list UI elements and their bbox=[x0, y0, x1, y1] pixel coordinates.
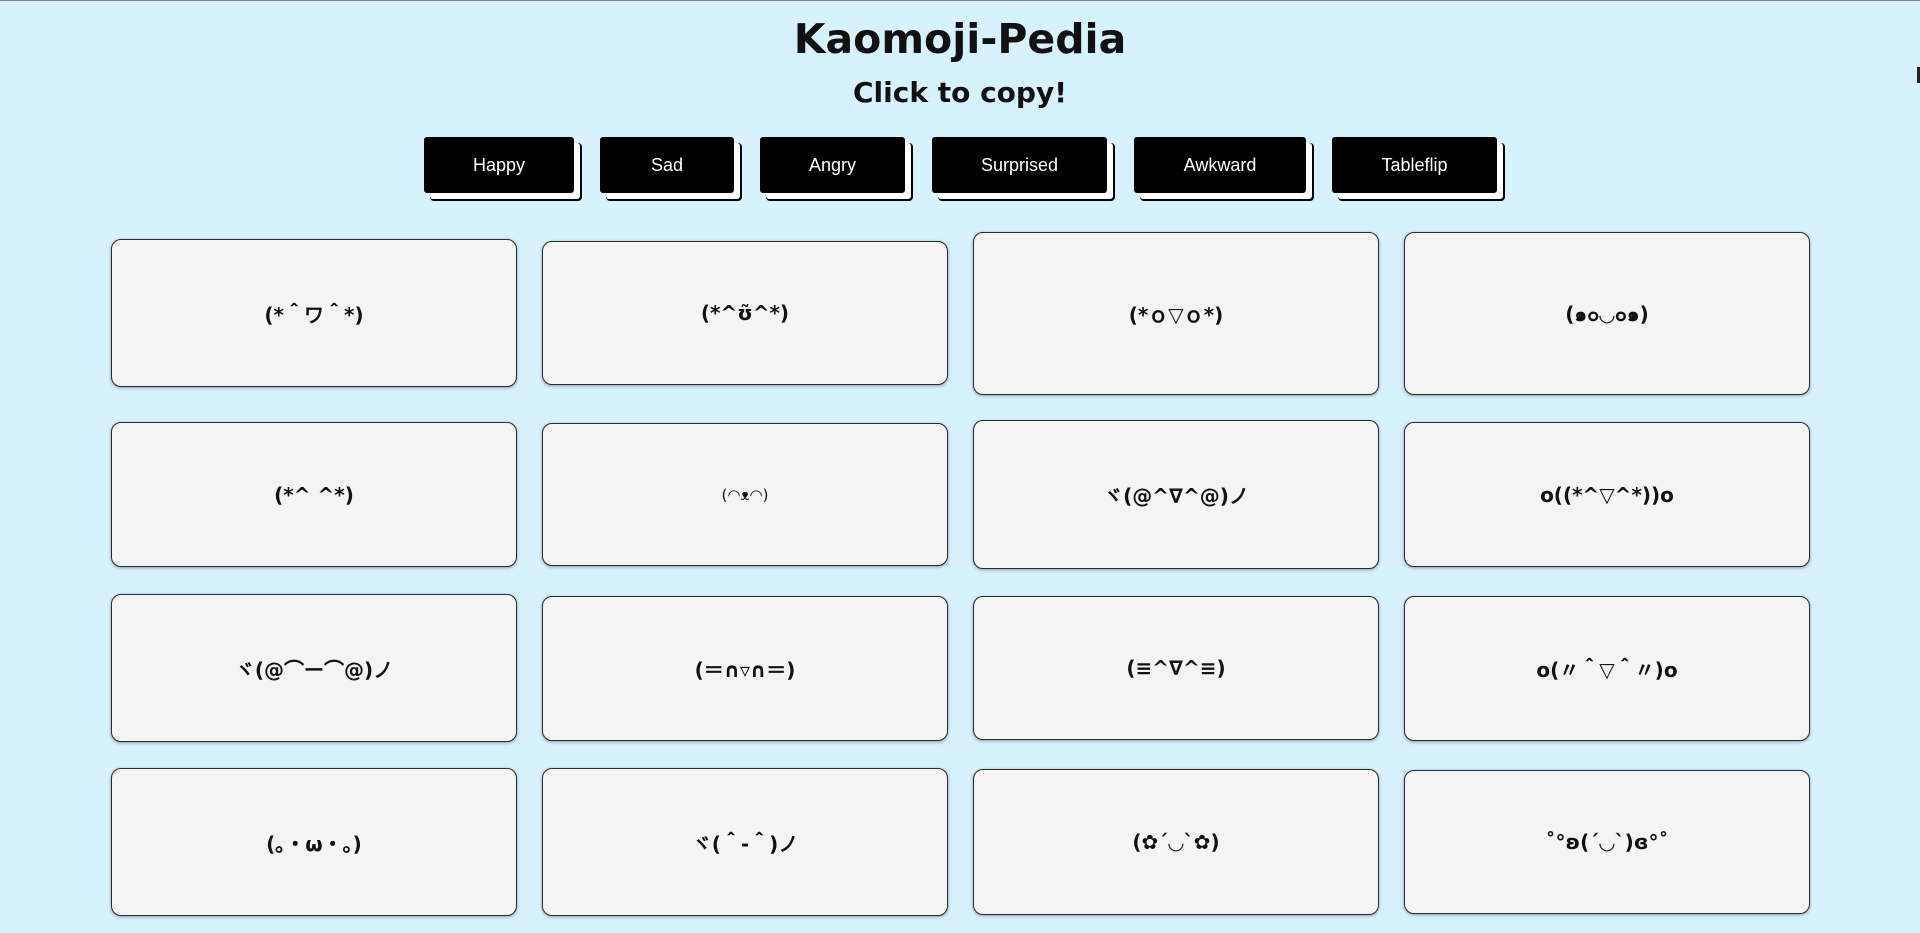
kaomoji-card[interactable]: (๑๐◡๐๑) bbox=[1404, 232, 1810, 395]
category-happy-button[interactable]: Happy bbox=[424, 137, 574, 193]
kaomoji-card[interactable]: ヾ(＾-＾)ノ bbox=[542, 768, 948, 916]
kaomoji-card[interactable]: (｡・ω・｡) bbox=[111, 768, 517, 916]
kaomoji-card[interactable]: (＝∩▿∩＝) bbox=[542, 596, 948, 741]
page-subtitle: Click to copy! bbox=[853, 76, 1067, 109]
kaomoji-card[interactable]: (*^ ^*) bbox=[111, 422, 517, 567]
page-title: Kaomoji-Pedia bbox=[793, 15, 1127, 63]
category-sad-button[interactable]: Sad bbox=[600, 137, 734, 193]
category-awkward-button[interactable]: Awkward bbox=[1134, 137, 1306, 193]
kaomoji-card[interactable]: o(〃＾▽＾〃)o bbox=[1404, 596, 1810, 741]
category-surprised-button[interactable]: Surprised bbox=[932, 137, 1107, 193]
kaomoji-card[interactable]: (*ｏ▽ｏ*) bbox=[973, 232, 1379, 395]
kaomoji-card[interactable]: (*＾ワ＾*) bbox=[111, 239, 517, 387]
category-bar: Happy Sad Angry Surprised Awkward Tablef… bbox=[0, 137, 1920, 201]
kaomoji-card[interactable]: ˚°ʚ(´◡`)ɞ°˚ bbox=[1404, 770, 1810, 914]
kaomoji-card[interactable]: (✿´◡`✿) bbox=[973, 769, 1379, 915]
kaomoji-card[interactable]: ヾ(@^∇^@)ノ bbox=[973, 420, 1379, 569]
category-tableflip-button[interactable]: Tableflip bbox=[1332, 137, 1497, 193]
kaomoji-card[interactable]: (◠ᴥ◠) bbox=[542, 423, 948, 566]
kaomoji-card[interactable]: o((*^▽^*))o bbox=[1404, 422, 1810, 567]
kaomoji-card[interactable]: (*^ʊ̃^*) bbox=[542, 241, 948, 385]
kaomoji-card[interactable]: (≡^∇^≡) bbox=[973, 596, 1379, 740]
category-angry-button[interactable]: Angry bbox=[760, 137, 905, 193]
kaomoji-card[interactable]: ヾ(@⌒ー⌒@)ノ bbox=[111, 594, 517, 742]
